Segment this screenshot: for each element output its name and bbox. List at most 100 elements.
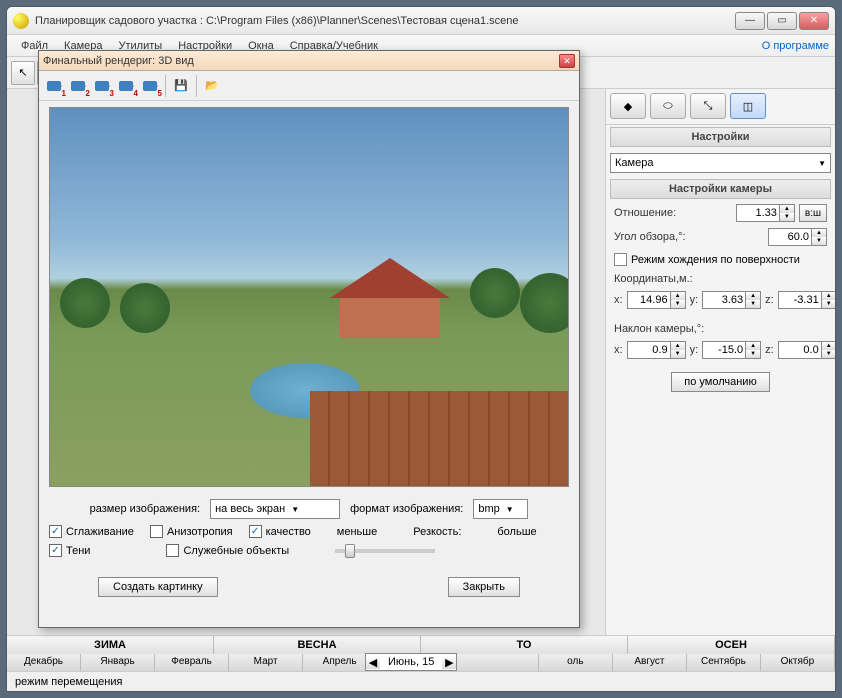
season-winter[interactable]: ЗИМА [7,636,214,654]
month-jul[interactable]: оль [539,654,613,671]
month-sep[interactable]: Сентябрь [687,654,761,671]
sharpness-slider[interactable] [335,549,435,553]
minimize-button[interactable]: — [735,12,765,30]
create-image-button[interactable]: Создать картинку [98,577,218,597]
more-label: больше [497,526,536,538]
camera-3-button[interactable]: 3 [91,75,113,97]
month-feb[interactable]: Февраль [155,654,229,671]
image-format-select[interactable]: bmp▼ [473,499,528,519]
ratio-mode-button[interactable]: в:ш [799,204,827,222]
open-button[interactable]: 📂 [201,75,223,97]
spin-up-icon[interactable]: ▲ [822,292,836,300]
tab-path-icon[interactable]: ⤡ [690,93,726,119]
camera-icon [119,81,133,91]
dialog-titlebar[interactable]: Финальный рендериг: 3D вид ✕ [39,51,579,71]
status-text: режим перемещения [15,676,122,688]
spin-down-icon[interactable]: ▼ [746,350,760,358]
default-button[interactable]: по умолчанию [671,372,769,392]
tab-cube-icon[interactable]: ◫ [730,93,766,119]
month-oct[interactable]: Октябр [761,654,835,671]
spin-down-icon[interactable]: ▼ [746,300,760,308]
ratio-spinner[interactable]: ▲▼ [736,204,795,222]
camera-1-button[interactable]: 1 [43,75,65,97]
coord-z-spinner[interactable]: ▲▼ [778,291,836,309]
separator [196,75,197,97]
coord-x-spinner[interactable]: ▲▼ [627,291,686,309]
spin-up-icon[interactable]: ▲ [746,292,760,300]
settings-combo[interactable]: Камера ▼ [610,153,831,173]
fov-label: Угол обзора,°: [614,231,686,243]
shadows-label: Тени [66,545,90,557]
dialog-close-button[interactable]: ✕ [559,54,575,68]
settings-header: Настройки [610,127,831,147]
month-mar[interactable]: Март [229,654,303,671]
y-label: y: [690,294,699,306]
spin-down-icon[interactable]: ▼ [671,300,685,308]
season-summer[interactable]: ТО [421,636,628,654]
shadows-checkbox[interactable]: ✓ [49,544,62,557]
maximize-button[interactable]: ▭ [767,12,797,30]
camera-icon [47,81,61,91]
service-objects-label: Служебные объекты [183,545,289,557]
spin-down-icon[interactable]: ▼ [822,350,836,358]
camera-icon [71,81,85,91]
image-size-select[interactable]: на весь экран▼ [210,499,340,519]
camera-4-button[interactable]: 4 [115,75,137,97]
coord-y-spinner[interactable]: ▲▼ [702,291,761,309]
tilt-y-input[interactable] [702,341,746,359]
current-date: Июнь, 15 [380,656,442,668]
close-button[interactable]: ✕ [799,12,829,30]
camera-settings-header: Настройки камеры [610,179,831,199]
spin-down-icon[interactable]: ▼ [822,300,836,308]
date-next-button[interactable]: ▶ [442,656,456,669]
season-spring[interactable]: ВЕСНА [214,636,421,654]
fov-spinner[interactable]: ▲▼ [768,228,827,246]
tilt-z-spinner[interactable]: ▲▼ [778,341,836,359]
tilt-y-spinner[interactable]: ▲▼ [702,341,761,359]
spin-up-icon[interactable]: ▲ [671,342,685,350]
tilt-x-input[interactable] [627,341,671,359]
tool-pointer[interactable]: ↖ [11,61,35,85]
month-dec[interactable]: Декабрь [7,654,81,671]
spin-up-icon[interactable]: ▲ [746,342,760,350]
menu-about[interactable]: О программе [762,40,829,52]
spin-up-icon[interactable]: ▲ [822,342,836,350]
season-autumn[interactable]: ОСЕН [628,636,835,654]
sharpness-label: Резкость: [413,526,461,538]
tab-shapes-icon[interactable]: ◆ [610,93,646,119]
anisotropy-checkbox[interactable] [150,525,163,538]
dialog-close-btn[interactable]: Закрыть [448,577,520,597]
less-label: меньше [337,526,377,538]
ratio-input[interactable] [736,204,780,222]
month-aug[interactable]: Август [613,654,687,671]
camera-2-button[interactable]: 2 [67,75,89,97]
app-icon [13,13,29,29]
month-jan[interactable]: Январь [81,654,155,671]
date-selector: ◀ Июнь, 15 ▶ [365,653,457,671]
spin-down-icon[interactable]: ▼ [780,213,794,221]
tilt-x-spinner[interactable]: ▲▼ [627,341,686,359]
tab-tube-icon[interactable]: ⬭ [650,93,686,119]
camera-icon [143,81,157,91]
walk-mode-checkbox[interactable] [614,253,627,266]
service-objects-checkbox[interactable] [166,544,179,557]
spin-down-icon[interactable]: ▼ [812,237,826,245]
coord-y-input[interactable] [702,291,746,309]
smoothing-checkbox[interactable]: ✓ [49,525,62,538]
quality-label: качество [266,526,311,538]
spin-down-icon[interactable]: ▼ [671,350,685,358]
coord-x-input[interactable] [627,291,671,309]
spin-up-icon[interactable]: ▲ [780,205,794,213]
chevron-down-icon: ▼ [506,505,514,514]
date-prev-button[interactable]: ◀ [366,656,380,669]
coord-z-input[interactable] [778,291,822,309]
spin-up-icon[interactable]: ▲ [671,292,685,300]
spin-up-icon[interactable]: ▲ [812,229,826,237]
fov-input[interactable] [768,228,812,246]
camera-5-button[interactable]: 5 [139,75,161,97]
tilt-z-input[interactable] [778,341,822,359]
image-size-value: на весь экран [215,503,285,515]
slider-thumb[interactable] [345,544,355,558]
save-button[interactable]: 💾 [170,75,192,97]
quality-checkbox[interactable]: ✓ [249,525,262,538]
